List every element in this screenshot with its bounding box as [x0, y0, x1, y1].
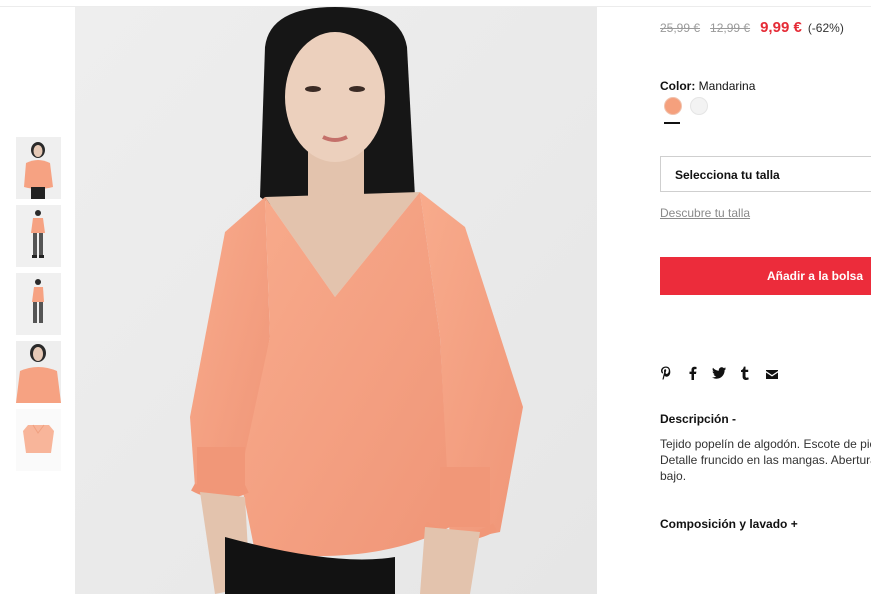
thumbnail-front[interactable] — [16, 137, 61, 199]
description-toggle[interactable]: Descripción - — [660, 412, 736, 426]
add-to-bag-button[interactable]: Añadir a la bolsa — [660, 257, 871, 295]
thumbnail-full-body[interactable] — [16, 205, 61, 267]
description-line: bajo. — [660, 469, 687, 483]
discount-badge: (-62%) — [807, 21, 844, 35]
original-price: 25,99 € — [660, 21, 701, 35]
email-icon[interactable] — [766, 366, 778, 384]
composition-expand-icon: + — [790, 517, 798, 531]
selected-swatch-indicator — [664, 122, 680, 124]
composition-toggle[interactable]: Composición y lavado + — [660, 517, 798, 531]
description-line: Detalle fruncido en las mangas. Abertura — [660, 453, 871, 467]
main-product-image — [75, 7, 597, 594]
pinterest-icon[interactable] — [660, 366, 672, 385]
swatch-white[interactable] — [690, 97, 708, 115]
size-guide-link[interactable]: Descubre tu talla — [660, 206, 750, 220]
color-label: Color: — [660, 79, 696, 93]
price-block: 25,99 € 12,99 € 9,99 € (-62%) — [660, 19, 844, 36]
description-line: Tejido popelín de algodón. Escote de pic — [660, 437, 871, 451]
previous-price: 12,99 € — [710, 21, 751, 35]
thumbnail-strip — [16, 137, 61, 477]
facebook-icon[interactable] — [688, 366, 697, 385]
description-text: Tejido popelín de algodón. Escote de pic… — [660, 436, 871, 484]
thumbnail-closeup[interactable] — [16, 341, 61, 403]
color-label-row: Color: Mandarina — [660, 79, 755, 93]
size-selector[interactable]: Selecciona tu talla — [660, 156, 871, 192]
tumblr-icon[interactable] — [740, 366, 749, 385]
twitter-icon[interactable] — [712, 366, 726, 384]
thumbnail-side[interactable] — [16, 273, 61, 335]
composition-title: Composición y lavado — [660, 517, 788, 531]
thumbnail-flat[interactable] — [16, 409, 61, 471]
sale-price: 9,99 € — [760, 19, 802, 36]
description-collapse-icon: - — [732, 412, 737, 426]
swatch-mandarina[interactable] — [664, 97, 682, 115]
description-title: Descripción — [660, 412, 729, 426]
color-value: Mandarina — [698, 79, 756, 93]
